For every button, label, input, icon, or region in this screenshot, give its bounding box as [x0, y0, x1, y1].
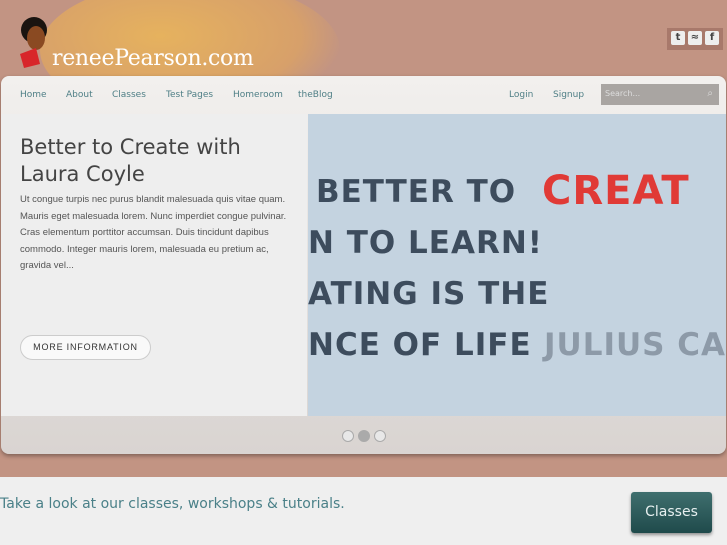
- search-input[interactable]: Search... ⌕: [601, 84, 719, 105]
- slide-image-line: ATING IS THE: [308, 276, 550, 312]
- callout-bar: Take a look at our classes, workshops & …: [0, 477, 727, 545]
- site-logo[interactable]: reneePearson.com: [52, 46, 254, 71]
- slider-dot-3[interactable]: [374, 430, 386, 442]
- nav-homeroom[interactable]: Homeroom: [233, 90, 283, 100]
- social-links: t ≈ f: [667, 28, 723, 50]
- nav-home[interactable]: Home: [20, 90, 47, 100]
- nav-test-pages[interactable]: Test Pages: [166, 90, 213, 100]
- signup-link[interactable]: Signup: [553, 90, 584, 100]
- slide-image-line: N TO LEARN!: [308, 225, 543, 261]
- callout-tagline: Take a look at our classes, workshops & …: [0, 496, 345, 512]
- search-icon[interactable]: ⌕: [707, 88, 713, 99]
- slide-image: BETTER TO CREAT N TO LEARN! ATING IS THE…: [308, 114, 726, 416]
- rss-icon[interactable]: ≈: [688, 31, 702, 45]
- slider-dot-1[interactable]: [342, 430, 354, 442]
- login-link[interactable]: Login: [509, 90, 533, 100]
- slider-pagination: [342, 430, 386, 442]
- nav-classes[interactable]: Classes: [112, 90, 146, 100]
- main-nav: Home About Classes Test Pages Homeroom t…: [1, 76, 726, 114]
- main-frame: Home About Classes Test Pages Homeroom t…: [1, 76, 726, 454]
- slide-title: Better to Create with Laura Coyle: [20, 135, 241, 186]
- slide-body: Ut congue turpis nec purus blandit males…: [20, 194, 287, 271]
- slide-caption: Better to Create with Laura Coyle Ut con…: [1, 114, 307, 416]
- search-placeholder: Search...: [605, 89, 641, 98]
- classes-button[interactable]: Classes: [631, 492, 712, 533]
- nav-theblog[interactable]: theBlog: [298, 90, 333, 100]
- nav-about[interactable]: About: [66, 90, 93, 100]
- twitter-icon[interactable]: t: [671, 31, 685, 45]
- slide-image-line: CREAT: [542, 168, 690, 214]
- slide-image-line: JULIUS CA: [544, 327, 726, 363]
- facebook-icon[interactable]: f: [705, 31, 719, 45]
- more-information-button[interactable]: MORE INFORMATION: [20, 335, 151, 360]
- slide-image-line: NCE OF LIFE: [308, 327, 532, 363]
- slide-image-line: BETTER TO: [316, 174, 517, 210]
- slider-dot-2[interactable]: [358, 430, 370, 442]
- avatar-logo-icon: [20, 17, 47, 68]
